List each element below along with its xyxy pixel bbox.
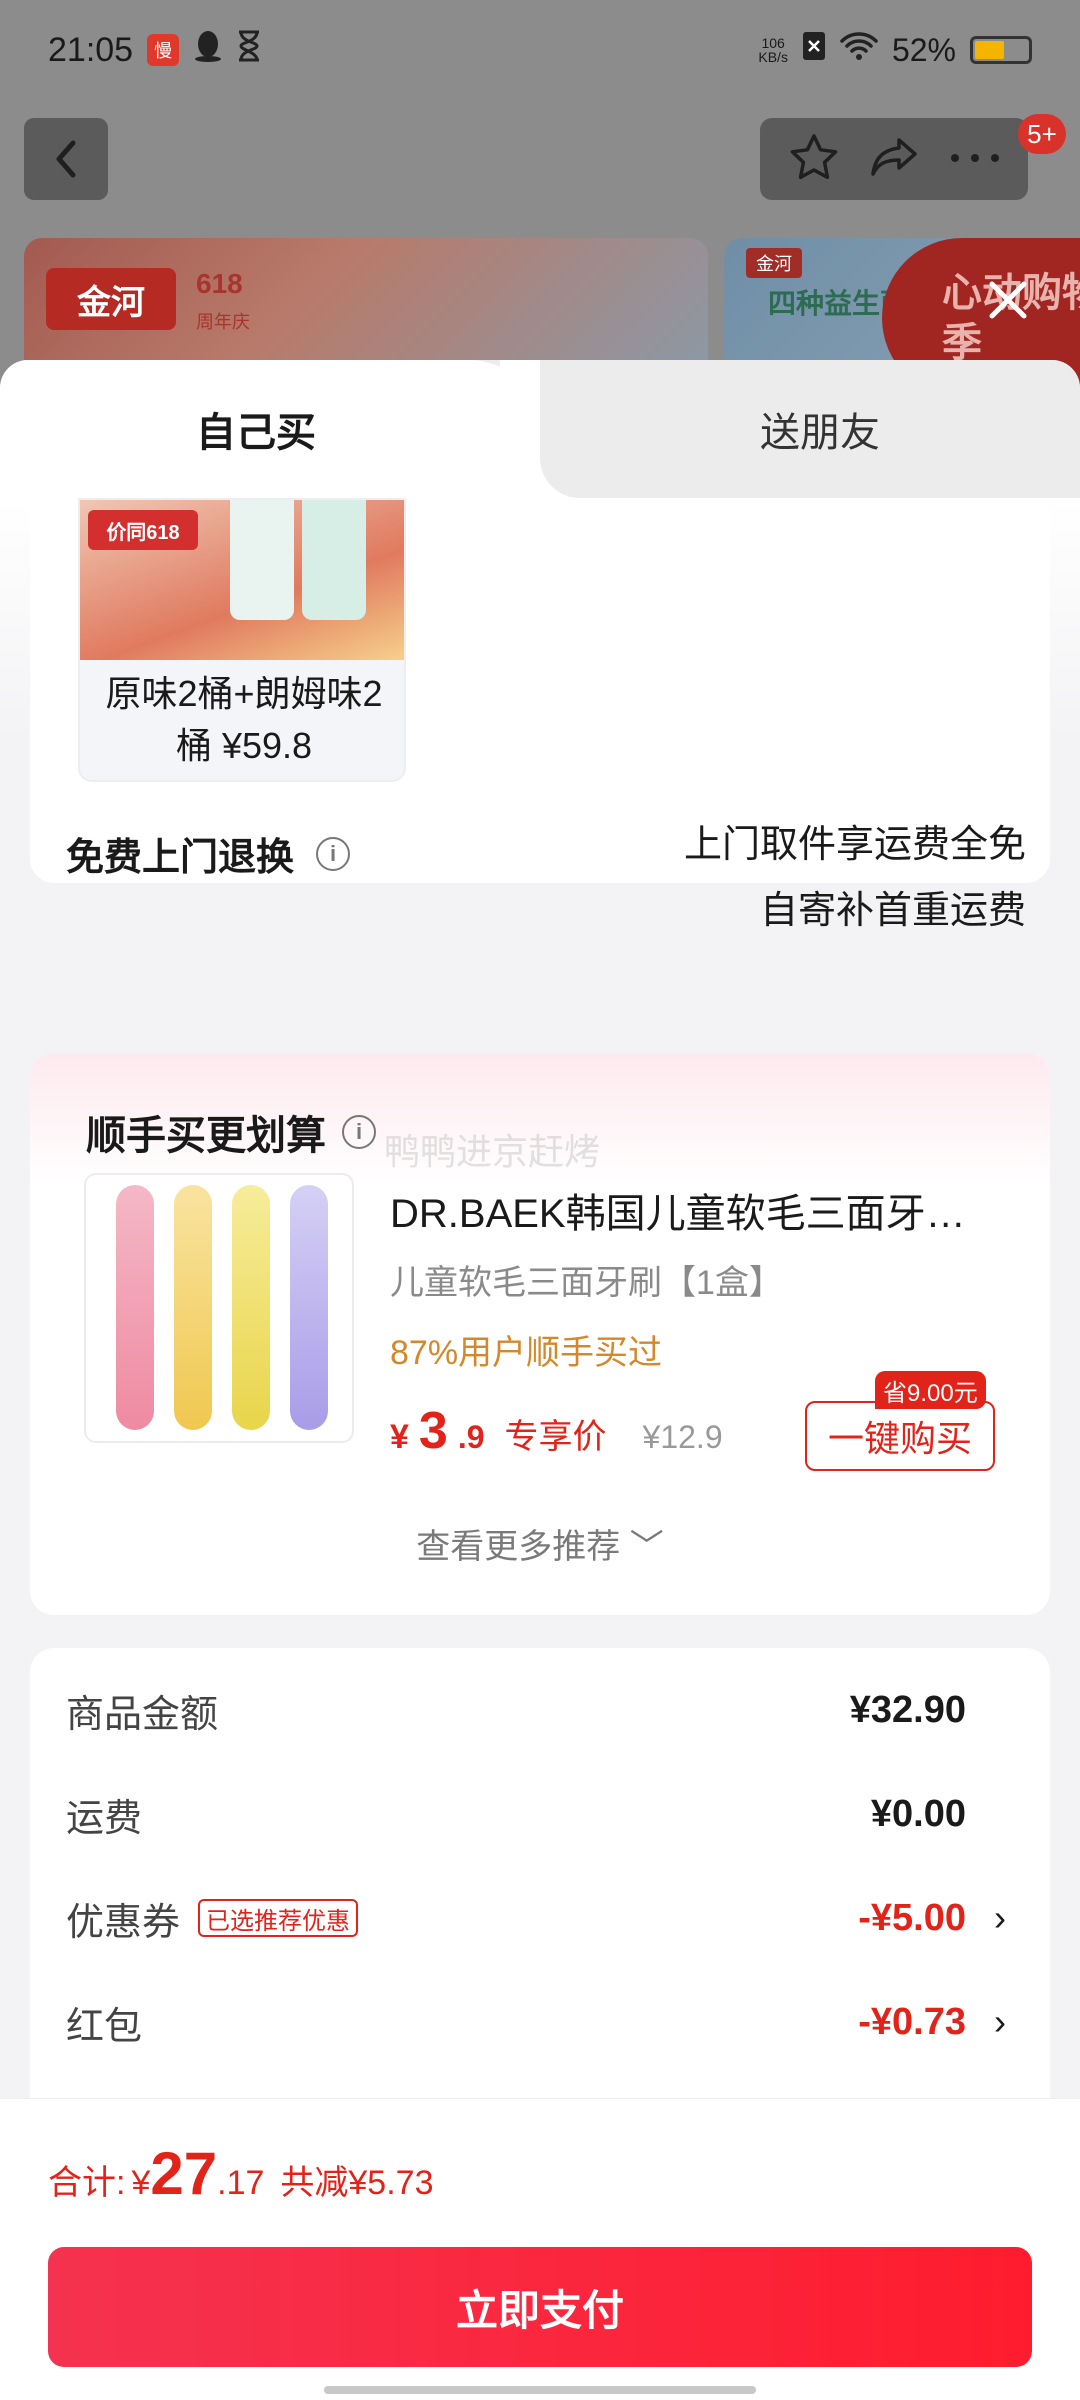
product-option-selected[interactable]: 价同618 原味2桶+朗姆味2桶 ¥59.8 [78, 498, 406, 782]
clock: 21:05 [48, 30, 134, 69]
upsell-product-spec: 儿童软毛三面牙刷【1盒】 [390, 1264, 783, 1302]
no-sim-icon [802, 31, 826, 69]
back-button[interactable] [24, 118, 108, 200]
exclusive-price-label: 专享价 [504, 1418, 607, 1456]
checkout-sheet: 自己买 送朋友 价同618 原味2桶+朗姆味2桶 ¥59.8 免费上门退换 i … [0, 360, 1080, 2400]
home-indicator[interactable] [324, 2386, 756, 2394]
return-service-detail: 上门取件享运费全免 自寄补首重运费 [683, 824, 1026, 932]
coupon-recommended-tag: 已选推荐优惠 [198, 1899, 359, 1937]
tab-buy-for-self[interactable]: 自己买 [0, 360, 540, 498]
checkout-footer: 合计: ¥27.17 共减¥5.73 立即支付 [0, 2098, 1080, 2400]
goods-amount: ¥32.90 [849, 1688, 966, 1731]
original-price: ¥12.9 [642, 1419, 723, 1455]
banner-subtagline: 周年庆 [196, 312, 250, 332]
order-total: 合计: ¥27.17 共减¥5.73 [48, 2140, 434, 2207]
wifi-icon [840, 31, 878, 69]
share-icon [871, 137, 917, 176]
total-savings: 共减¥5.73 [280, 2164, 434, 2202]
battery-percent: 52% [891, 31, 956, 68]
info-icon[interactable]: i [316, 836, 351, 871]
chevron-right-icon: › [994, 2001, 1006, 2042]
info-icon[interactable]: i [342, 1115, 376, 1149]
battery-icon [970, 36, 1032, 64]
one-click-buy-button[interactable]: 一键购买 [805, 1401, 995, 1471]
banner-tagline: 618 [196, 268, 243, 299]
pay-now-button[interactable]: 立即支付 [48, 2247, 1032, 2367]
close-button[interactable] [978, 270, 1038, 330]
coupon-discount: -¥5.00 [858, 1896, 966, 1939]
status-bar: 21:05 慢 106 KB/s 52% [0, 0, 1080, 100]
network-speed: 106 KB/s [758, 35, 788, 65]
coupon-row[interactable]: 优惠券 已选推荐优惠 -¥5.00 › [66, 1888, 1006, 1948]
upsell-social-proof: 87%用户顺手买过 [390, 1334, 663, 1372]
upsell-product-name[interactable]: DR.BAEK韩国儿童软毛三面牙… [390, 1181, 1010, 1239]
return-service-label: 免费上门退换 [66, 837, 295, 879]
more-dots-icon [950, 154, 999, 162]
savings-badge: 省9.00元 [875, 1371, 986, 1409]
shipping-fee: ¥0.00 [870, 1792, 966, 1835]
view-more-recommendations[interactable]: 查看更多推荐 ﹀ [30, 1519, 1050, 1568]
product-option-image: 价同618 [80, 500, 404, 660]
tab-gift-friend[interactable]: 送朋友 [600, 360, 1040, 498]
more-button[interactable] [950, 150, 1000, 168]
hourglass-icon [237, 30, 261, 71]
product-option-caption: 原味2桶+朗姆味2桶 ¥59.8 [105, 673, 383, 766]
star-icon [790, 133, 838, 179]
upsell-product-image[interactable] [84, 1173, 354, 1443]
watermark: 鸭鸭进京赶烤 [384, 1131, 601, 1172]
upsell-card: 顺手买更划算 i 鸭鸭进京赶烤 DR.BAEK韩国儿童软毛三面牙… 儿童软毛三面… [30, 1053, 1050, 1615]
product-card: 价同618 原味2桶+朗姆味2桶 ¥59.8 免费上门退换 i 上门取件享运费全… [30, 498, 1050, 932]
banner-brand-logo-2: 金河 [746, 248, 802, 278]
share-button[interactable] [869, 134, 921, 185]
favorite-button[interactable] [788, 132, 840, 187]
shipping-row: 运费 ¥0.00 [66, 1792, 966, 1840]
notification-badge: 5+ [1018, 114, 1066, 154]
upsell-price: ¥3.9 专享价 ¥12.9 [390, 1402, 723, 1460]
red-packet-discount: -¥0.73 [858, 2000, 966, 2043]
red-packet-row[interactable]: 红包 -¥0.73 › [66, 1992, 1006, 2052]
purchase-tabs: 自己买 送朋友 [0, 360, 1080, 498]
qq-icon [193, 29, 223, 72]
banner-brand-logo: 金河 [46, 268, 176, 330]
header-actions [760, 118, 1028, 200]
price-match-tag: 价同618 [88, 510, 198, 550]
chevron-right-icon: › [994, 1897, 1006, 1938]
goods-amount-row: 商品金额 ¥32.90 [66, 1688, 966, 1736]
chevron-left-icon [56, 140, 76, 178]
app-notification-icon: 慢 [147, 34, 180, 66]
close-icon [989, 281, 1027, 319]
upsell-title: 顺手买更划算 [86, 1114, 326, 1158]
